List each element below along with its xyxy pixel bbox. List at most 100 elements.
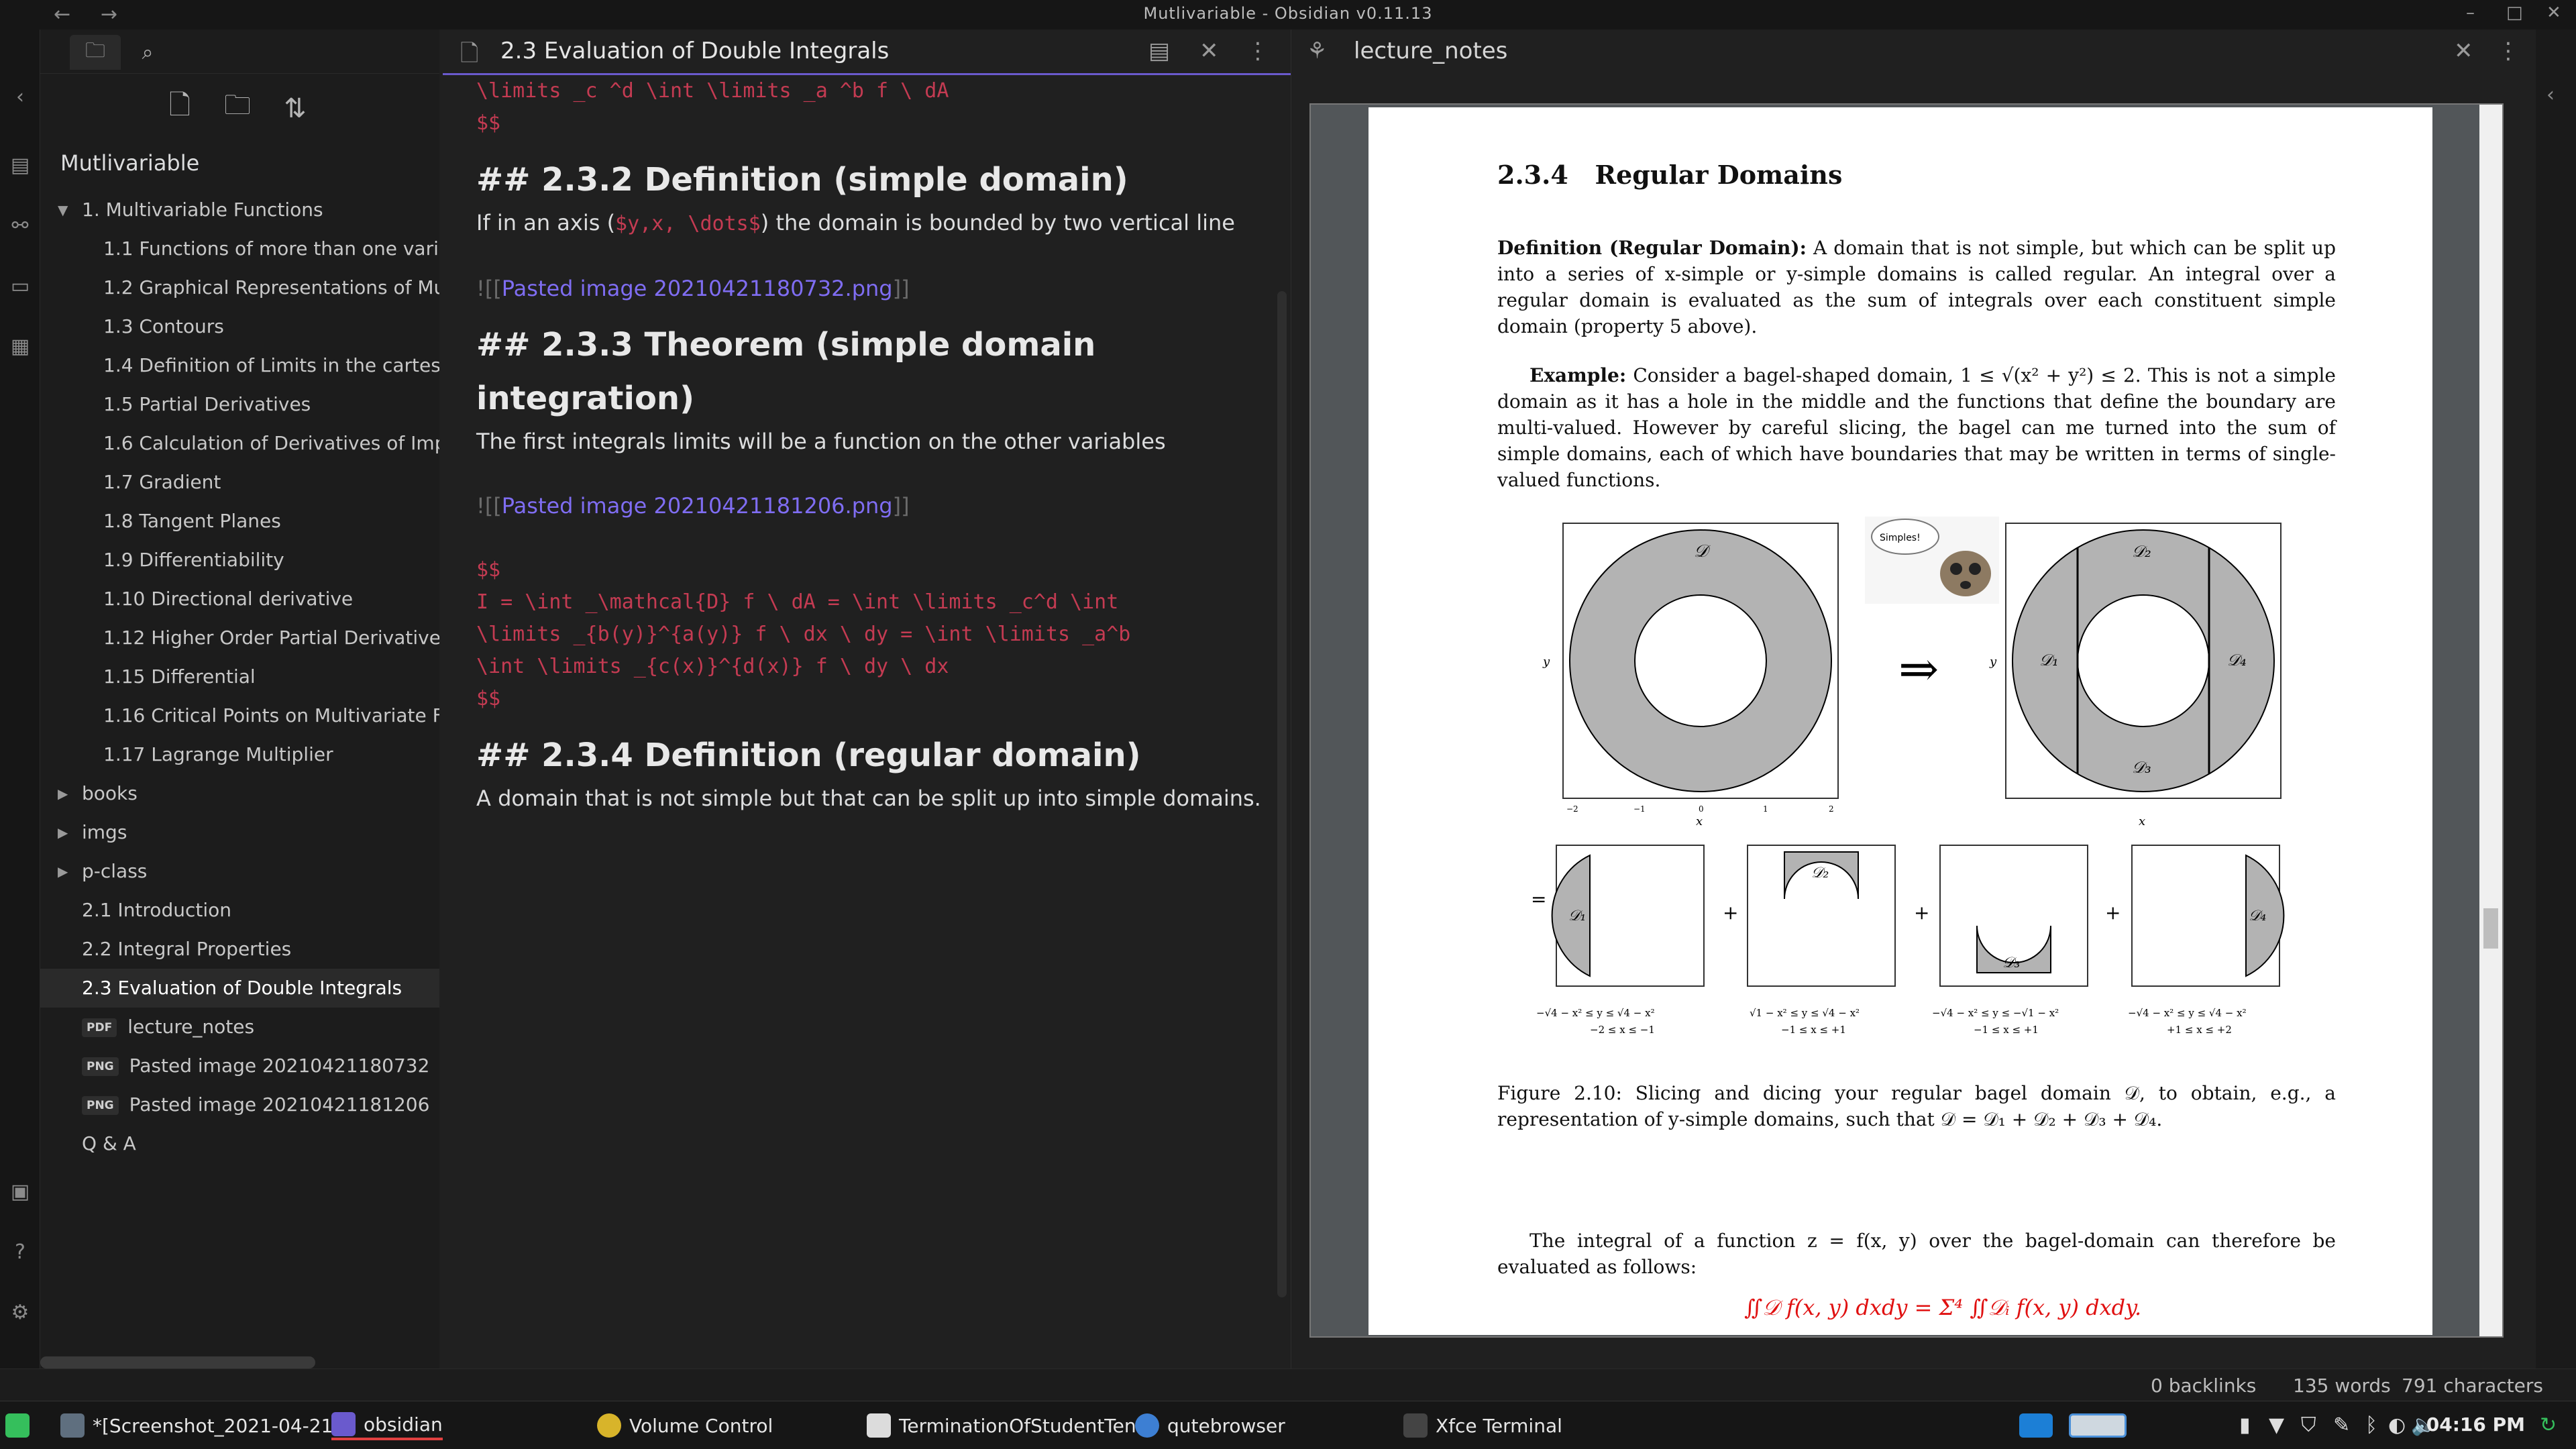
tree-file-png[interactable]: PNG Pasted image 20210421181206 [40,1085,439,1124]
graph-view-icon[interactable]: ⚯ [5,211,35,240]
tree-file[interactable]: 1.7 Gradient [40,463,439,502]
open-quick-switcher-icon[interactable]: ▤ [5,150,35,180]
window-title: Mutlivariable - Obsidian v0.11.13 [1143,4,1433,23]
tree-file[interactable]: 1.12 Higher Order Partial Derivatives [40,619,439,657]
image-embed-1[interactable]: ![[Pasted image 20210421180732.png]] [476,272,1261,305]
heading-simple-domain: ## 2.3.2 Definition (simple domain) [476,161,1128,199]
more-options-icon[interactable]: ⋮ [1246,38,1269,64]
task-qutebrowser[interactable]: qutebrowser [1135,1411,1285,1440]
bagel-plot-left: 𝒟 y x −2 −1 0 1 2 [1542,523,1839,828]
svg-text:1: 1 [1763,804,1768,814]
sort-icon[interactable]: ⇅ [276,90,314,127]
speech-bubble-text: Simples! [1880,533,1921,543]
heading-theorem: ## 2.3.3 Theorem (simple domain integrat… [476,326,1096,417]
search-tab-icon[interactable]: ⌕ [122,35,173,70]
close-pdf-icon[interactable]: ✕ [2454,38,2473,64]
expand-right-sidebar-icon[interactable]: ‹ [2546,83,2555,107]
svg-text:x: x [2139,814,2145,828]
tree-file[interactable]: 2.2 Integral Properties [40,930,439,969]
task-document[interactable]: TerminationOfStudentTen... [867,1411,1154,1440]
bagel-plot-right: 𝒟₁ 𝒟₂ 𝒟₃ 𝒟₄ y x [1989,523,2282,828]
backlinks-count[interactable]: 0 backlinks [2151,1375,2256,1397]
settings-gear-icon[interactable]: ⚙ [5,1297,35,1327]
svg-text:−√4 − x² ≤ y ≤ √4 − x²: −√4 − x² ≤ y ≤ √4 − x² [2128,1007,2247,1019]
tree-file[interactable]: 1.10 Directional derivative [40,580,439,619]
tree-file[interactable]: 1.1 Functions of more than one variabl [40,229,439,268]
right-sidebar-collapsed[interactable]: ‹ [2536,30,2576,1368]
svg-text:2: 2 [1829,804,1834,814]
battery-icon[interactable]: ▮ [2239,1413,2251,1437]
sidebar-scrollbar[interactable] [40,1356,315,1368]
pdf-title[interactable]: lecture_notes [1354,38,1507,64]
document-viewer-icon [867,1413,891,1438]
task-obsidian[interactable]: obsidian [331,1411,443,1440]
files-tab-folder-icon[interactable]: 🗀 [70,35,121,70]
tree-file[interactable]: 1.2 Graphical Representations of Multi [40,268,439,307]
task-screenshot[interactable]: *[Screenshot_2021-04-21... [60,1411,351,1440]
tree-file[interactable]: 1.4 Definition of Limits in the cartesia… [40,346,439,385]
tree-file[interactable]: 1.6 Calculation of Derivatives of Implic [40,424,439,463]
tree-file-pdf[interactable]: PDF lecture_notes [40,1008,439,1046]
tree-folder-collapsed[interactable]: ▶ imgs [40,813,439,852]
tree-file[interactable]: 1.15 Differential [40,657,439,696]
new-folder-icon[interactable]: 🗀 [219,90,256,127]
attachment-icon[interactable]: ✎ [2333,1413,2350,1437]
help-icon[interactable]: ? [5,1237,35,1267]
pdf-scroll-thumb[interactable] [2483,908,2498,949]
svg-text:x: x [1696,814,1703,828]
sidebar-tab-bar: 🗀 ⌕ [40,30,439,74]
clock[interactable]: 04:16 PM [2426,1413,2525,1436]
close-pane-icon[interactable]: ✕ [1199,38,1219,64]
more-options-icon[interactable]: ⋮ [2497,38,2520,64]
bluetooth-icon[interactable]: ᛒ [2365,1413,2377,1437]
vault-switch-icon[interactable]: ▣ [5,1177,35,1206]
tree-file[interactable]: 2.1 Introduction [40,891,439,930]
formula-line: I = \int _\mathcal{D} f \ dA = \int \lim… [476,590,1119,614]
close-window-button[interactable]: ✕ [2546,3,2561,23]
tree-folder-collapsed[interactable]: ▶ books [40,774,439,813]
word-count: 135 words [2293,1375,2391,1397]
wifi-icon[interactable]: ▼ [2269,1413,2284,1437]
new-note-icon[interactable]: 🗋 [161,90,199,127]
tree-file[interactable]: 1.5 Partial Derivatives [40,385,439,424]
pdf-header: ⚘ lecture_notes ✕ ⋮ [1292,30,2536,75]
app-menu-icon[interactable] [5,1411,30,1440]
tree-file-png[interactable]: PNG Pasted image 20210421180732 [40,1046,439,1085]
image-embed-2[interactable]: ![[Pasted image 20210421181206.png]] [476,490,1261,522]
tree-file[interactable]: 1.16 Critical Points on Multivariate Fun [40,696,439,735]
qutebrowser-icon [1135,1413,1159,1438]
tree-file[interactable]: 1.17 Lagrange Multiplier [40,735,439,774]
workspace-1-icon[interactable] [2019,1411,2053,1440]
pdf-scrollbar[interactable] [2479,105,2502,1336]
tree-file[interactable]: 1.8 Tangent Planes [40,502,439,541]
tree-file[interactable]: 1.3 Contours [40,307,439,346]
paragraph-simple-domain: If in an axis ($y,x, \dots$) the domain … [476,210,1235,235]
tree-file-active[interactable]: 2.3 Evaluation of Double Integrals [40,969,439,1008]
security-shield-icon[interactable]: ⛉ [2301,1413,2316,1437]
tree-file[interactable]: 1.9 Differentiability [40,541,439,580]
collapse-sidebar-icon[interactable]: ‹ [5,82,35,111]
update-icon[interactable]: ↻ [2540,1413,2557,1437]
pdf-viewer[interactable]: 2.3.4 Regular Domains Definition (Regula… [1309,103,2504,1338]
editor-content[interactable]: \limits _c ^d \int \limits _a ^b f \ dA … [476,75,1261,814]
kanban-icon[interactable]: ▦ [5,331,35,361]
character-count: 791 characters [2402,1375,2544,1397]
tree-folder-collapsed[interactable]: ▶ p-class [40,852,439,891]
maximize-button[interactable]: □ [2506,3,2523,23]
tree-file[interactable]: Q & A [40,1124,439,1163]
minimize-button[interactable]: – [2466,3,2475,23]
pdf-integral-formula: ∬𝒟 f(x, y) dxdy = Σ⁴ ∬𝒟ᵢ f(x, y) dxdy. [1744,1295,2142,1320]
preview-mode-icon[interactable]: ▤ [1148,38,1170,64]
subdomain-3: 𝒟₃ −√4 − x² ≤ y ≤ −√1 − x² −1 ≤ x ≤ +1 [1932,845,2088,1033]
svg-text:𝒟₃: 𝒟₃ [2002,955,2020,971]
task-terminal[interactable]: Xfce Terminal [1403,1411,1562,1440]
editor-scrollbar[interactable] [1277,291,1287,1297]
implies-arrow: ⇒ [1898,641,1939,697]
templates-icon[interactable]: ▭ [5,271,35,301]
window-titlebar: ← → Mutlivariable - Obsidian v0.11.13 – … [0,0,2576,30]
workspace-2-icon[interactable] [2069,1411,2127,1440]
editor-title[interactable]: 2.3 Evaluation of Double Integrals [500,38,889,64]
task-volume-control[interactable]: Volume Control [597,1411,773,1440]
notification-icon[interactable]: ◐ [2388,1413,2406,1437]
tree-folder-open[interactable]: ▼ 1. Multivariable Functions [40,191,439,229]
